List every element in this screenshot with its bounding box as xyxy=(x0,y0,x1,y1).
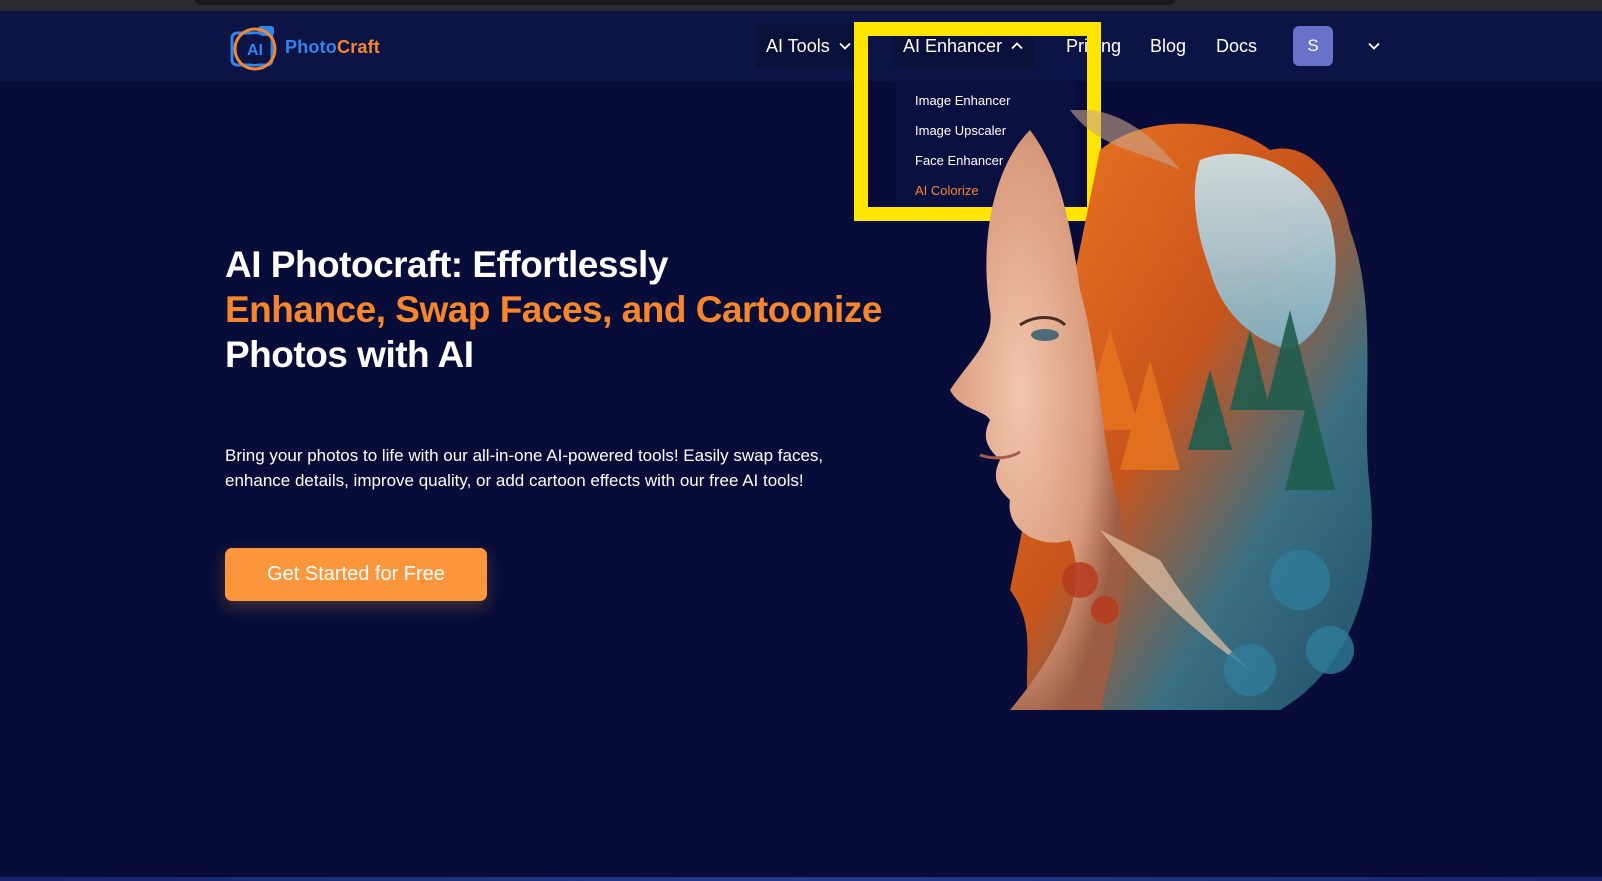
nav-docs-label: Docs xyxy=(1216,35,1258,56)
get-started-button[interactable]: Get Started for Free xyxy=(225,548,487,601)
browser-top-strip xyxy=(0,0,1602,11)
user-avatar[interactable]: S xyxy=(1293,26,1333,66)
nav-blog-label: Blog xyxy=(1150,35,1187,56)
camera-logo-icon: AI xyxy=(230,26,277,71)
nav-blog[interactable]: Blog xyxy=(1150,24,1186,68)
browser-tab-shape xyxy=(195,0,1175,5)
hero-title-line-3: Photos with AI xyxy=(225,334,474,375)
nav-ai-tools-label: AI Tools xyxy=(766,35,830,56)
nav-docs[interactable]: Docs xyxy=(1216,24,1257,68)
avatar-initial: S xyxy=(1307,36,1319,55)
hero-title-line-2: Enhance, Swap Faces, and Cartoonize xyxy=(225,289,882,330)
hero-title-line-1: AI Photocraft: Effortlessly xyxy=(225,244,668,285)
logo[interactable]: AI PhotoCraft xyxy=(230,17,400,73)
logo-text-craft: Craft xyxy=(337,37,381,57)
hero-title: AI Photocraft: Effortlessly Enhance, Swa… xyxy=(225,242,925,377)
chevron-up-icon xyxy=(1011,42,1023,50)
bottom-border-line xyxy=(0,877,1602,881)
nav-ai-tools[interactable]: AI Tools xyxy=(756,24,862,68)
logo-badge-text: AI xyxy=(247,42,263,59)
hero-face-illustration xyxy=(950,110,1372,710)
logo-text: PhotoCraft xyxy=(285,37,380,58)
nav-ai-enhancer[interactable]: AI Enhancer xyxy=(893,24,1035,68)
nav-ai-enhancer-label: AI Enhancer xyxy=(903,35,1003,56)
nav-pricing-label: Pricing xyxy=(1066,35,1122,56)
chevron-down-icon xyxy=(839,42,851,50)
chevron-down-icon[interactable] xyxy=(1367,39,1381,53)
hero-description: Bring your photos to life with our all-i… xyxy=(225,446,824,490)
logo-text-photo: Photo xyxy=(285,37,337,57)
nav-pricing[interactable]: Pricing xyxy=(1066,24,1121,68)
